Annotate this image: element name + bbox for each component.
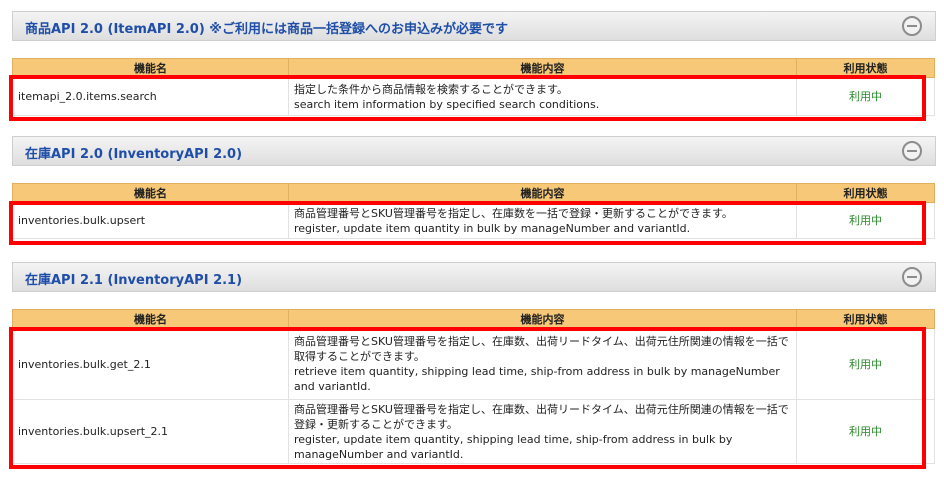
status-badge: 利用中 [796,202,935,239]
status-badge: 利用中 [796,328,935,400]
column-header-status: 利用状態 [796,183,935,203]
desc-jp: 商品管理番号とSKU管理番号を指定し、在庫数、出荷リードタイム、出荷元住所関連の… [294,335,789,363]
desc-en: search item information by specified sea… [294,97,600,111]
desc-jp: 商品管理番号とSKU管理番号を指定し、在庫数を一括で登録・更新することができます… [294,206,733,220]
section-title: 在庫API 2.0 (InventoryAPI 2.0) [25,147,243,162]
desc-en: register, update item quantity in bulk b… [294,221,691,235]
collapse-icon[interactable] [902,141,922,161]
table-row: itemapi_2.0.items.search 指定した条件から商品情報を検索… [12,77,935,116]
column-header-name: 機能名 [12,58,289,78]
table-row: inventories.bulk.get_2.1 商品管理番号とSKU管理番号を… [12,328,935,400]
collapse-icon[interactable] [902,16,922,36]
table-row: inventories.bulk.upsert_2.1 商品管理番号とSKU管理… [12,399,935,464]
section-header-inventoryapi-2-1[interactable]: 在庫API 2.1 (InventoryAPI 2.1) [12,262,936,292]
desc-en: register, update item quantity, shipping… [294,432,733,461]
function-desc: 商品管理番号とSKU管理番号を指定し、在庫数、出荷リードタイム、出荷元住所関連の… [288,399,797,464]
column-header-name: 機能名 [12,183,289,203]
function-name: inventories.bulk.upsert_2.1 [12,399,289,464]
function-desc: 商品管理番号とSKU管理番号を指定し、在庫数を一括で登録・更新することができます… [288,202,797,239]
function-name: inventories.bulk.upsert [12,202,289,239]
function-desc: 指定した条件から商品情報を検索することができます。 search item in… [288,77,797,116]
status-badge: 利用中 [796,77,935,116]
section-title: 商品API 2.0 (ItemAPI 2.0) ※ご利用には商品一括登録へのお申… [25,22,508,37]
function-name: inventories.bulk.get_2.1 [12,328,289,400]
api-table-inventoryapi-2-0: 機能名 機能内容 利用状態 inventories.bulk.upsert 商品… [12,183,935,239]
function-desc: 商品管理番号とSKU管理番号を指定し、在庫数、出荷リードタイム、出荷元住所関連の… [288,328,797,400]
desc-en: retrieve item quantity, shipping lead ti… [294,365,780,393]
api-table-inventoryapi-2-1: 機能名 機能内容 利用状態 inventories.bulk.get_2.1 商… [12,309,935,464]
table-row: inventories.bulk.upsert 商品管理番号とSKU管理番号を指… [12,202,935,239]
collapse-icon[interactable] [902,267,922,287]
desc-jp: 商品管理番号とSKU管理番号を指定し、在庫数、出荷リードタイム、出荷元住所関連の… [294,402,789,431]
function-name: itemapi_2.0.items.search [12,77,289,116]
status-badge: 利用中 [796,399,935,464]
desc-jp: 指定した条件から商品情報を検索することができます。 [294,82,568,96]
column-header-desc: 機能内容 [288,309,797,329]
column-header-name: 機能名 [12,309,289,329]
column-header-desc: 機能内容 [288,58,797,78]
section-title: 在庫API 2.1 (InventoryAPI 2.1) [25,273,243,288]
api-table-itemapi: 機能名 機能内容 利用状態 itemapi_2.0.items.search 指… [12,58,935,116]
section-header-inventoryapi-2-0[interactable]: 在庫API 2.0 (InventoryAPI 2.0) [12,136,936,166]
column-header-desc: 機能内容 [288,183,797,203]
column-header-status: 利用状態 [796,58,935,78]
column-header-status: 利用状態 [796,309,935,329]
section-header-itemapi[interactable]: 商品API 2.0 (ItemAPI 2.0) ※ご利用には商品一括登録へのお申… [12,11,936,41]
